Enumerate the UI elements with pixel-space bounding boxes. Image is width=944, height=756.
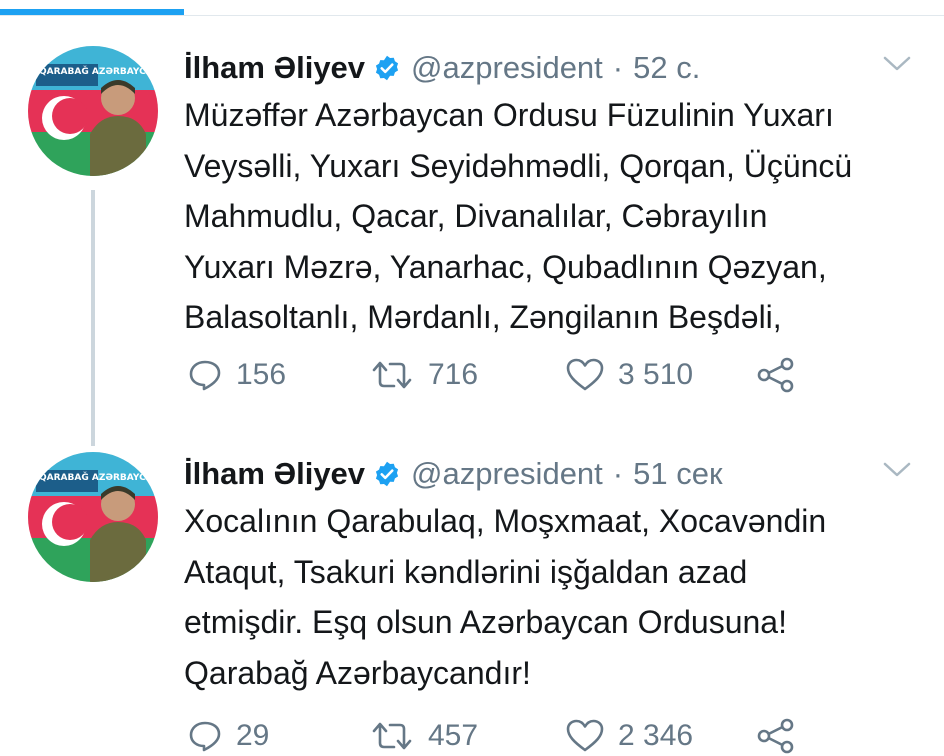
tweet-actions: 156 716 3 510 xyxy=(184,355,824,395)
separator-dot: · xyxy=(612,456,624,491)
tweet-header: İlham Əliyev @azpresident · 52 с. xyxy=(184,48,700,88)
top-divider xyxy=(0,15,944,16)
avatar-caption: QARABAĞ AZƏRBAYCANDIR! xyxy=(39,65,158,77)
tweet-text-line: Mahmudlu, Qacar, Divanalılar, Cəbrayılın xyxy=(184,198,768,234)
verified-badge-icon xyxy=(375,55,399,81)
heart-icon xyxy=(566,719,604,752)
tweet-text-line: Müzəffər Azərbaycan Ordusu Füzulinin Yux… xyxy=(184,97,834,133)
verified-badge-icon xyxy=(375,461,399,487)
tweet-text-line: Qarabağ Azərbaycandır! xyxy=(184,654,531,691)
tweet-text: Xocalının Qarabulaq, Moşxmaat, Xocavəndi… xyxy=(184,496,924,698)
retweet-count: 457 xyxy=(428,719,479,752)
like-button[interactable]: 3 510 xyxy=(566,355,693,395)
avatar-caption: QARABAĞ AZƏRBAYCANDIR! xyxy=(39,471,158,483)
retweet-button[interactable]: 716 xyxy=(370,355,478,395)
avatar[interactable]: QARABAĞ AZƏRBAYCANDIR! xyxy=(28,46,158,176)
retweet-button[interactable]: 457 xyxy=(370,716,478,756)
author-name[interactable]: İlham Əliyev xyxy=(184,456,365,492)
tweet[interactable]: QARABAĞ AZƏRBAYCANDIR! İlham Əliyev @azp… xyxy=(0,446,944,754)
chevron-down-icon[interactable] xyxy=(882,54,912,74)
tweet-actions: 29 457 2 346 xyxy=(184,716,824,756)
tweet-text-line: Yuxarı Məzrə, Yanarhac, Qubadlının Qəzya… xyxy=(184,248,827,285)
like-count: 3 510 xyxy=(618,358,694,391)
avatar[interactable]: QARABAĞ AZƏRBAYCANDIR! xyxy=(28,452,158,582)
like-button[interactable]: 2 346 xyxy=(566,716,693,756)
share-button[interactable] xyxy=(756,716,796,756)
author-handle[interactable]: @azpresident xyxy=(411,456,603,492)
top-bar xyxy=(0,0,944,16)
retweet-icon xyxy=(372,722,412,750)
reply-button[interactable]: 156 xyxy=(188,355,286,395)
share-icon xyxy=(757,357,794,393)
chevron-down-icon[interactable] xyxy=(882,460,912,480)
reply-button[interactable]: 29 xyxy=(188,716,269,756)
reply-icon xyxy=(189,721,221,752)
retweet-icon xyxy=(372,361,412,389)
separator-dot: · xyxy=(612,50,624,85)
tweet-text: Müzəffər Azərbaycan Ordusu Füzulinin Yux… xyxy=(184,90,924,343)
like-count: 2 346 xyxy=(618,719,694,752)
tweet[interactable]: QARABAĞ AZƏRBAYCANDIR! İlham Əliyev @azp… xyxy=(0,40,944,446)
reply-count: 156 xyxy=(236,358,287,391)
tweet-text-line: etmişdir. Eşq olsun Azərbaycan Ordusuna! xyxy=(184,604,787,640)
tweet-text-line: Balasoltanlı, Mərdanlı, Zəngilanın Beşdə… xyxy=(184,299,782,335)
thread-connector-line xyxy=(91,190,95,446)
avatar-image: QARABAĞ AZƏRBAYCANDIR! xyxy=(28,452,158,582)
tweet-timestamp[interactable]: 51 сек xyxy=(633,456,722,492)
author-name[interactable]: İlham Əliyev xyxy=(184,50,365,86)
author-handle[interactable]: @azpresident xyxy=(411,50,603,86)
tweet-text-line: Veysəlli, Yuxarı Seyidəhmədli, Qorqan, Ü… xyxy=(184,147,853,184)
reply-count: 29 xyxy=(236,719,270,752)
tweet-text-line: Xocalının Qarabulaq, Moşxmaat, Xocavəndi… xyxy=(184,503,827,539)
tweet-text-line: Ataqut, Tsakuri kəndlərini işğaldan azad xyxy=(184,553,748,590)
tweet-header: İlham Əliyev @azpresident · 51 сек xyxy=(184,454,723,494)
tweet-timestamp[interactable]: 52 с. xyxy=(633,50,700,86)
reply-icon xyxy=(189,360,221,391)
share-button[interactable] xyxy=(756,355,796,395)
heart-icon xyxy=(566,358,604,391)
avatar-image: QARABAĞ AZƏRBAYCANDIR! xyxy=(28,46,158,176)
retweet-count: 716 xyxy=(428,358,479,391)
share-icon xyxy=(757,718,794,754)
